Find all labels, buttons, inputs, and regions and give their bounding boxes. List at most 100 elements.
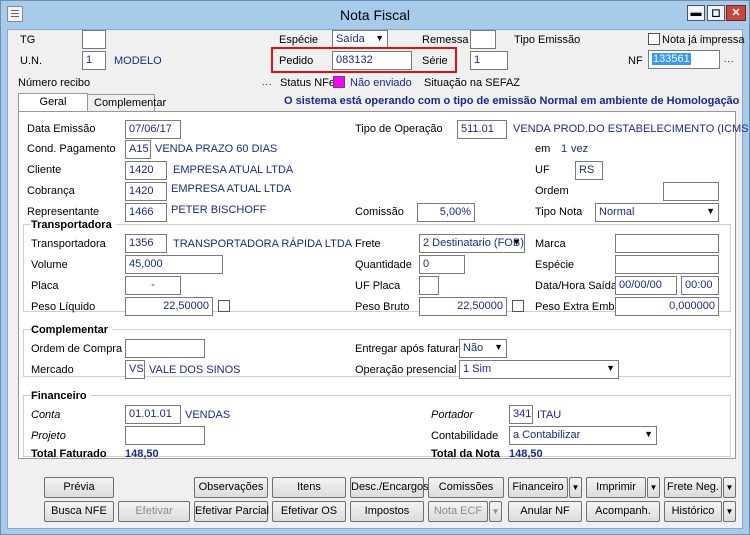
portador-name: ITAU bbox=[537, 409, 562, 421]
frete-select[interactable]: 2 Destinatario (FOB) ▼ bbox=[419, 234, 525, 253]
peso-bruto-checkbox[interactable] bbox=[512, 300, 524, 312]
nota-ecf-button[interactable]: Nota ECF bbox=[428, 501, 488, 522]
nota-ecf-dropdown-button[interactable]: ▼ bbox=[489, 501, 502, 522]
em-label: em bbox=[535, 143, 551, 155]
impostos-button[interactable]: Impostos bbox=[350, 501, 424, 522]
tipo-nota-label: Tipo Nota bbox=[535, 206, 583, 218]
form-client-area: TG Espécie Saída ▼ Remessa Tipo Emissão N… bbox=[7, 29, 750, 529]
observacoes-button[interactable]: Observações bbox=[194, 477, 268, 498]
frete-neg-button[interactable]: Frete Neg. bbox=[664, 477, 722, 498]
historico-dropdown-button[interactable]: ▼ bbox=[723, 501, 736, 522]
tipo-nota-select[interactable]: Normal ▼ bbox=[595, 203, 719, 222]
placa-input[interactable]: - bbox=[125, 276, 181, 295]
nota-impressa-checkbox[interactable] bbox=[648, 33, 660, 45]
historico-button[interactable]: Histórico bbox=[664, 501, 722, 522]
serie-input[interactable]: 1 bbox=[470, 51, 508, 70]
tab-complementar[interactable]: Complementar bbox=[87, 94, 166, 112]
quantidade-label: Quantidade bbox=[355, 259, 412, 271]
data-emissao-input[interactable]: 07/06/17 bbox=[125, 120, 181, 139]
especie-transp-label: Espécie bbox=[535, 259, 575, 271]
cond-pagamento-input[interactable]: A15 bbox=[125, 140, 151, 159]
tipo-operacao-input[interactable]: 511.01 bbox=[457, 120, 507, 139]
peso-extra-input[interactable]: 0,000000 bbox=[615, 297, 719, 316]
busca-nfe-button[interactable]: Busca NFE bbox=[44, 501, 114, 522]
hora-saida-input[interactable]: 00:00 bbox=[681, 276, 719, 295]
ordem-input[interactable] bbox=[663, 182, 719, 201]
tg-input[interactable] bbox=[82, 30, 106, 49]
nf-input[interactable]: 133561 bbox=[648, 50, 720, 69]
cond-pagamento-label: Cond. Pagamento bbox=[27, 143, 116, 155]
un-input[interactable]: 1 bbox=[82, 51, 106, 70]
maximize-button[interactable]: ◻ bbox=[707, 5, 725, 21]
peso-bruto-input[interactable]: 22,50000 bbox=[419, 297, 507, 316]
entregar-label: Entregar após faturar bbox=[355, 343, 459, 355]
efetivar-parcial-button[interactable]: Efetivar Parcial bbox=[194, 501, 269, 522]
desc-encargos-button[interactable]: Desc./Encargos bbox=[350, 477, 429, 498]
remessa-input[interactable] bbox=[470, 30, 496, 49]
numero-recibo-label: Número recibo bbox=[18, 77, 91, 89]
recibo-dots[interactable]: ... bbox=[262, 77, 273, 87]
itens-button[interactable]: Itens bbox=[272, 477, 346, 498]
em-value: 1 bbox=[561, 143, 568, 155]
imprimir-button[interactable]: Imprimir bbox=[586, 477, 646, 498]
entregar-select[interactable]: Não ▼ bbox=[459, 339, 507, 358]
pedido-input[interactable]: 083132 bbox=[332, 51, 412, 70]
frete-neg-dropdown-button[interactable]: ▼ bbox=[723, 477, 736, 498]
especie-transp-input[interactable] bbox=[615, 255, 719, 274]
conta-input[interactable]: 01.01.01 bbox=[125, 405, 181, 424]
comissao-input[interactable]: 5,00% bbox=[417, 203, 475, 222]
contabilidade-select[interactable]: a Contabilizar ▼ bbox=[509, 426, 657, 445]
peso-bruto-label: Peso Bruto bbox=[355, 301, 410, 313]
chevron-down-icon: ▼ bbox=[644, 429, 653, 439]
especie-value: Saída bbox=[336, 33, 365, 45]
acompanh-button[interactable]: Acompanh. bbox=[586, 501, 660, 522]
marca-input[interactable] bbox=[615, 234, 719, 253]
imprimir-dropdown-button[interactable]: ▼ bbox=[647, 477, 660, 498]
efetivar-button[interactable]: Efetivar bbox=[118, 501, 190, 522]
data-saida-input[interactable]: 00/00/00 bbox=[615, 276, 677, 295]
transportadora-input[interactable]: 1356 bbox=[125, 234, 167, 253]
comissoes-button[interactable]: Comissões bbox=[428, 477, 504, 498]
operacao-select[interactable]: 1 Sim ▼ bbox=[459, 360, 619, 379]
serie-label: Série bbox=[422, 55, 448, 67]
title-bar[interactable]: Nota Fiscal ▬ ◻ ✕ bbox=[1, 1, 749, 29]
ordem-compra-label: Ordem de Compra bbox=[31, 343, 123, 355]
uf-label: UF bbox=[535, 164, 550, 176]
situacao-sefaz-label: Situação na SEFAZ bbox=[424, 77, 520, 89]
financeiro-button[interactable]: Financeiro bbox=[508, 477, 568, 498]
financeiro-dropdown-button[interactable]: ▼ bbox=[569, 477, 582, 498]
status-color-indicator bbox=[333, 76, 345, 88]
tipo-operacao-label: Tipo de Operação bbox=[355, 123, 443, 135]
tipo-emissao-label: Tipo Emissão bbox=[514, 34, 581, 46]
projeto-input[interactable] bbox=[125, 426, 205, 445]
ordem-compra-input[interactable] bbox=[125, 339, 205, 358]
mercado-input[interactable]: VS bbox=[125, 360, 145, 379]
mercado-name: VALE DOS SINOS bbox=[149, 364, 241, 376]
representante-name: PETER BISCHOFF bbox=[171, 204, 267, 216]
uf-placa-input[interactable] bbox=[419, 276, 439, 295]
nota-impressa-label: Nota já impressa bbox=[662, 34, 745, 46]
cliente-input[interactable]: 1420 bbox=[125, 161, 167, 180]
complementar-title: Complementar bbox=[31, 324, 113, 336]
efetivar-os-button[interactable]: Efetivar OS bbox=[272, 501, 346, 522]
cobranca-input[interactable]: 1420 bbox=[125, 182, 167, 201]
chevron-down-icon: ▼ bbox=[706, 206, 715, 216]
conta-name: VENDAS bbox=[185, 409, 231, 421]
uf-input[interactable]: RS bbox=[575, 161, 603, 180]
close-button[interactable]: ✕ bbox=[726, 5, 746, 21]
chevron-down-icon: ▼ bbox=[494, 342, 503, 352]
anular-nf-button[interactable]: Anular NF bbox=[508, 501, 582, 522]
peso-liquido-checkbox[interactable] bbox=[218, 300, 230, 312]
representante-input[interactable]: 1466 bbox=[125, 203, 167, 222]
entregar-value: Não bbox=[463, 342, 484, 354]
minimize-button[interactable]: ▬ bbox=[687, 5, 705, 21]
volume-input[interactable]: 45,000 bbox=[125, 255, 223, 274]
previa-button[interactable]: Prévia bbox=[44, 477, 114, 498]
portador-input[interactable]: 341 bbox=[509, 405, 533, 424]
operacao-value: 1 Sim bbox=[463, 363, 492, 375]
cobranca-label: Cobrança bbox=[27, 185, 75, 197]
nf-search-dots[interactable]: ... bbox=[724, 54, 735, 64]
quantidade-input[interactable]: 0 bbox=[419, 255, 465, 274]
peso-liquido-input[interactable]: 22,50000 bbox=[125, 297, 213, 316]
tab-geral[interactable]: Geral bbox=[18, 93, 88, 113]
